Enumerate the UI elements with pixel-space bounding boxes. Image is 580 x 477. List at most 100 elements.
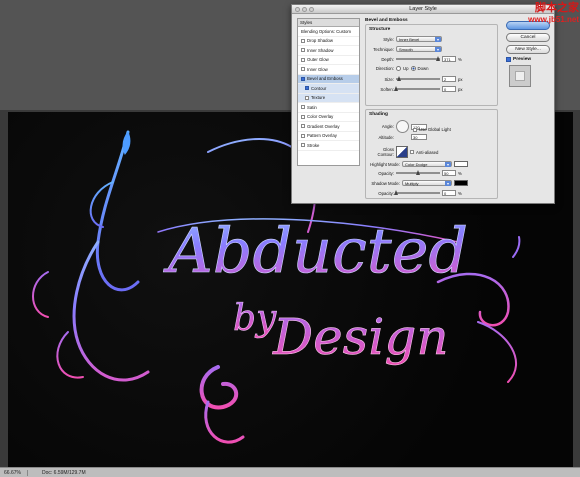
photoshop-window: Abducted by Design 66.67% Doc: 6.59M/129… — [0, 0, 580, 477]
depth-input[interactable]: 371 — [442, 56, 456, 62]
chevron-down-icon: ▾ — [445, 162, 451, 167]
bevel-emboss-panel: Bevel and Emboss Structure Style: Inner … — [365, 17, 498, 199]
shadow-opacity-unit: % — [458, 190, 462, 196]
direction-down-label: Down — [417, 66, 429, 71]
section-title: Bevel and Emboss — [365, 18, 408, 23]
chevron-down-icon: ▾ — [435, 37, 441, 42]
style-value: Inner Bevel — [399, 37, 420, 42]
shadow-mode-value: Multiply — [405, 181, 419, 186]
style-checkbox[interactable] — [301, 143, 305, 148]
style-item-label: Outer Glow — [307, 57, 329, 62]
depth-slider[interactable] — [396, 56, 440, 61]
depth-label: Depth: — [381, 56, 394, 62]
style-checkbox[interactable] — [301, 57, 305, 62]
style-checkbox[interactable] — [301, 133, 305, 138]
global-light-checkbox[interactable] — [413, 127, 417, 132]
shadow-opacity-label: Opacity: — [378, 190, 394, 196]
size-slider[interactable] — [396, 76, 440, 81]
status-bar: 66.67% Doc: 6.59M/129.7M — [0, 467, 580, 477]
depth-slider-knob[interactable] — [436, 56, 440, 61]
soften-label: Soften: — [380, 86, 394, 92]
gloss-contour-label: Gloss Contour: — [377, 147, 394, 157]
style-checkbox[interactable] — [301, 48, 305, 53]
highlight-opacity-knob[interactable] — [416, 170, 420, 175]
style-checkbox[interactable] — [301, 67, 305, 72]
direction-up-radio[interactable] — [396, 66, 401, 71]
highlight-mode-label: Highlight Mode: — [370, 161, 400, 167]
highlight-color-swatch[interactable] — [454, 161, 468, 167]
preview-thumbnail — [509, 65, 531, 87]
dialog-buttons: Cancel New Style... Preview — [506, 21, 550, 87]
style-checkbox[interactable] — [301, 76, 305, 81]
shadow-opacity-input[interactable]: 0 — [442, 190, 456, 196]
style-select[interactable]: Inner Bevel ▾ — [396, 36, 442, 42]
gloss-contour-picker[interactable] — [396, 146, 408, 158]
angle-label: Angle: — [381, 124, 394, 129]
highlight-opacity-label: Opacity: — [378, 170, 394, 176]
preview-label: Preview — [513, 57, 532, 62]
style-checkbox[interactable] — [301, 38, 305, 43]
style-checkbox[interactable] — [305, 95, 309, 100]
anti-aliased-label: Anti-aliased — [416, 149, 439, 155]
preview-toggle[interactable]: Preview — [506, 57, 550, 62]
technique-value: Smooth — [399, 47, 413, 52]
size-input[interactable]: 2 — [442, 76, 456, 82]
preview-checkbox[interactable] — [506, 57, 511, 62]
altitude-input[interactable]: 30 — [411, 134, 427, 140]
shadow-opacity-slider[interactable] — [394, 190, 440, 195]
new-style-button[interactable]: New Style... — [506, 45, 550, 54]
technique-label: Technique: — [373, 46, 394, 52]
watermark-url: www.jb51.net — [528, 15, 579, 24]
style-checkbox[interactable] — [301, 124, 305, 129]
angle-dial[interactable] — [396, 120, 409, 133]
layer-style-dialog: Layer Style Styles Blending Options: Cus… — [291, 4, 555, 204]
style-checkbox[interactable] — [301, 114, 305, 119]
artwork-line-by: by — [233, 298, 277, 339]
chevron-down-icon: ▾ — [445, 181, 451, 186]
shading-group: Shading Angle: 120 Use Global Light Alti… — [365, 109, 498, 199]
cancel-button[interactable]: Cancel — [506, 33, 550, 42]
highlight-opacity-input[interactable]: 50 — [442, 170, 456, 176]
style-item-label: Gradient Overlay — [307, 123, 340, 129]
soften-input[interactable]: 0 — [442, 86, 456, 92]
direction-down-radio[interactable] — [410, 66, 416, 71]
close-window-button[interactable] — [295, 7, 300, 12]
minimize-window-button[interactable] — [302, 7, 307, 12]
style-item-label: Contour — [311, 85, 327, 91]
technique-select[interactable]: Smooth ▾ — [396, 46, 442, 52]
style-item-label: Drop Shadow — [307, 38, 334, 43]
chevron-down-icon: ▾ — [435, 47, 441, 52]
style-item-label: Texture — [311, 95, 326, 100]
zoom-level[interactable]: 66.67% — [4, 469, 28, 476]
highlight-mode-select[interactable]: Color Dodge ▾ — [402, 161, 452, 167]
style-checkbox[interactable] — [305, 86, 309, 91]
highlight-opacity-slider[interactable] — [396, 170, 440, 175]
depth-unit: % — [458, 56, 462, 62]
highlight-opacity-unit: % — [458, 170, 462, 176]
style-item[interactable]: Bevel and Emboss — [298, 74, 359, 84]
watermark: 脚本之家 www.jb51.net — [503, 2, 579, 26]
style-item-label: Inner Shadow — [307, 47, 334, 53]
size-unit: px — [458, 76, 463, 82]
anti-aliased-checkbox[interactable] — [410, 150, 414, 154]
shadow-mode-label: Shadow Mode: — [371, 180, 400, 186]
shading-title: Shading — [369, 112, 388, 117]
style-label: Style: — [383, 36, 394, 42]
altitude-label: Altitude: — [378, 134, 394, 140]
soften-slider-knob[interactable] — [394, 86, 398, 91]
size-slider-knob[interactable] — [397, 76, 401, 81]
soften-slider[interactable] — [394, 86, 440, 91]
style-checkbox[interactable] — [301, 105, 305, 110]
direction-up-label: Up — [403, 66, 409, 71]
global-light-label: Use Global Light — [419, 127, 451, 132]
document-size[interactable]: Doc: 6.59M/129.7M — [42, 470, 86, 476]
styles-items: Blending Options: Custom Drop Shadow Inner… — [298, 27, 359, 151]
zoom-window-button[interactable] — [309, 7, 314, 12]
shadow-mode-select[interactable]: Multiply ▾ — [402, 180, 452, 186]
style-item-label: Color Overlay — [307, 114, 334, 119]
shadow-opacity-knob[interactable] — [394, 190, 398, 195]
shadow-color-swatch[interactable] — [454, 180, 468, 186]
style-item[interactable]: Contour — [298, 84, 359, 94]
style-item[interactable]: Stroke — [298, 141, 359, 151]
direction-label: Direction: — [375, 66, 394, 71]
